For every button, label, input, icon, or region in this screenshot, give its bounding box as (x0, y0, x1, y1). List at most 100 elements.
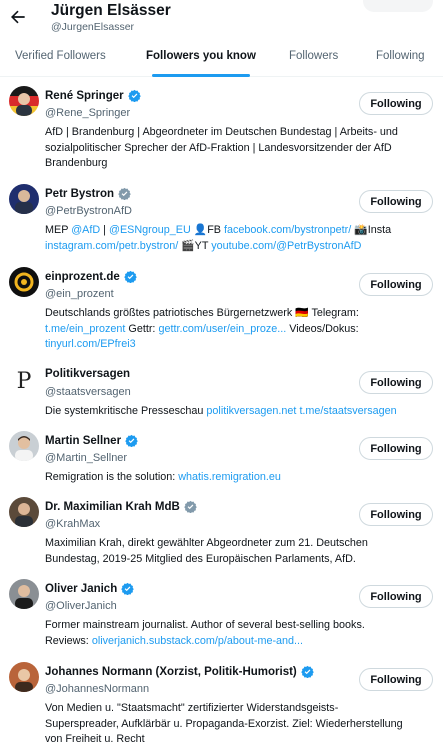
bio-text: Gettr: (125, 322, 159, 335)
following-button[interactable]: Following (359, 503, 433, 526)
user-handle[interactable]: @ein_prozent (45, 288, 114, 300)
verified-badge-icon (300, 665, 314, 678)
bio-text: | (100, 224, 109, 236)
following-button[interactable]: Following (359, 273, 433, 296)
user-handle[interactable]: @Rene_Springer (45, 107, 130, 119)
avatar[interactable] (9, 184, 39, 214)
arrow-left-icon[interactable] (8, 7, 28, 27)
bio-text: Bundestag, 2019-25 Mitglied des Europäis… (45, 552, 356, 565)
avatar[interactable] (9, 86, 39, 116)
user-handle[interactable]: @staatsversagen (45, 386, 131, 398)
header-action-ghost (363, 0, 433, 12)
tab-label: Following (376, 50, 425, 62)
bio-link[interactable]: gettr.com/user/ein_proze... (158, 323, 286, 335)
bio-link[interactable]: instagram.com/petr.bystron/ (45, 240, 178, 252)
user-name[interactable]: Johannes Normann (Xorzist, Politik-Humor… (45, 665, 314, 678)
svg-text:P: P (17, 369, 32, 394)
verified-badge-icon (184, 500, 197, 513)
user-handle[interactable]: @Martin_Sellner (45, 452, 127, 464)
bio-link[interactable]: youtube.com/@PetrBystronAfD (211, 240, 361, 252)
user-bio: Von Medien u. "Staatsmacht" zertifiziert… (45, 701, 435, 748)
bio-text: 🎬YT (178, 239, 212, 252)
following-button[interactable]: Following (359, 668, 433, 691)
bio-text: Brandenburg (45, 157, 108, 170)
bio-link[interactable]: t.me/staatsversagen (299, 405, 396, 417)
user-cell[interactable]: Martin Sellner @Martin_Sellner Following… (0, 422, 443, 488)
user-name[interactable]: Petr Bystron (45, 187, 131, 200)
following-button[interactable]: Following (359, 437, 433, 460)
bio-link[interactable]: politikversagen.net (206, 405, 296, 417)
bio-link[interactable]: whatis.remigration.eu (178, 471, 281, 483)
profile-header: Jürgen Elsässer @JurgenElsasser (0, 0, 443, 38)
bio-text: Former mainstream journalist. Author of … (45, 619, 365, 631)
avatar[interactable] (9, 431, 39, 461)
tab-following[interactable]: Following (376, 38, 425, 77)
tab-bar: Verified Followers Followers you know Fo… (0, 38, 443, 77)
verified-badge-icon (127, 89, 141, 102)
following-button[interactable]: Following (359, 585, 433, 608)
avatar[interactable] (9, 267, 39, 297)
user-handle[interactable]: @PetrBystronAfD (45, 205, 132, 217)
user-bio: Maximilian Krah, direkt gewählter Abgeor… (45, 536, 435, 567)
avatar[interactable]: P (9, 365, 39, 395)
user-cell[interactable]: Johannes Normann (Xorzist, Politik-Humor… (0, 653, 443, 749)
bio-link[interactable]: facebook.com/bystronpetr/ (224, 224, 351, 236)
profile-handle: @JurgenElsasser (51, 21, 135, 33)
user-name[interactable]: René Springer (45, 89, 141, 102)
bio-text: sozialpolitischer Sprecher der AfD-Frakt… (45, 141, 392, 154)
bio-text: 👤FB (190, 224, 225, 236)
bio-text: von Freiheit u. Recht (45, 733, 145, 746)
following-button[interactable]: Following (359, 92, 433, 115)
tab-followers[interactable]: Followers (289, 38, 338, 77)
bio-text: AfD | Brandenburg | Abgeordneter im Deut… (45, 126, 398, 138)
bio-text: Die systemkritische Presseschau (45, 405, 207, 417)
user-bio: AfD | Brandenburg | Abgeordneter im Deut… (45, 125, 435, 172)
verified-badge-icon (118, 187, 131, 200)
bio-link[interactable]: oliverjanich.substack.com/p/about-me-and… (92, 635, 303, 647)
profile-name: Jürgen Elsässer (51, 2, 171, 19)
verified-badge-icon (125, 434, 138, 447)
verified-badge-icon (121, 582, 135, 595)
bio-text: Remigration is the solution: (45, 471, 179, 483)
bio-link[interactable]: @AfD (71, 224, 100, 236)
following-button[interactable]: Following (359, 371, 433, 394)
user-handle[interactable]: @KrahMax (45, 518, 100, 530)
bio-text: Reviews: (45, 634, 92, 647)
bio-link[interactable]: @ESNgroup_EU (109, 224, 191, 236)
tab-verified-followers[interactable]: Verified Followers (15, 38, 106, 77)
verified-badge-icon (123, 270, 137, 283)
tab-label: Followers (289, 50, 339, 62)
user-cell[interactable]: René Springer @Rene_Springer Following A… (0, 77, 443, 175)
user-cell[interactable]: Petr Bystron @PetrBystronAfD Following M… (0, 175, 443, 258)
user-name[interactable]: Martin Sellner (45, 434, 138, 447)
user-name[interactable]: einprozent.de (45, 270, 137, 283)
bio-text: Deutschlands größtes patriotisches Bürge… (45, 307, 359, 319)
bio-text: 📸Insta (351, 224, 392, 236)
user-cell[interactable]: Oliver Janich @OliverJanich Following Fo… (0, 570, 443, 653)
user-bio: Remigration is the solution: whatis.remi… (45, 470, 435, 486)
bio-text: Videos/Dokus: (286, 322, 359, 335)
user-cell[interactable]: einprozent.de @ein_prozent Following Deu… (0, 258, 443, 356)
following-button[interactable]: Following (359, 190, 433, 213)
user-bio: Former mainstream journalist. Author of … (45, 618, 435, 649)
bio-link[interactable]: tinyurl.com/EPfrei3 (45, 338, 136, 350)
bio-text: Superspreader, Aufklärbär u. Propaganda-… (45, 717, 403, 730)
tab-label: Verified Followers (15, 50, 106, 62)
bio-link[interactable]: t.me/ein_prozent (45, 323, 125, 335)
user-cell[interactable]: Dr. Maximilian Krah MdB @KrahMax Followi… (0, 488, 443, 570)
user-bio: Deutschlands größtes patriotisches Bürge… (45, 306, 435, 353)
user-handle[interactable]: @OliverJanich (45, 600, 117, 612)
user-cell[interactable]: P Politikversagen @staatsversagen Follow… (0, 356, 443, 422)
bio-text: MEP (45, 224, 72, 236)
user-name[interactable]: Oliver Janich (45, 582, 135, 595)
bio-text: Maximilian Krah, direkt gewählter Abgeor… (45, 537, 368, 549)
user-bio: MEP @AfD | @ESNgroup_EU 👤FB facebook.com… (45, 223, 435, 254)
tab-followers-you-know[interactable]: Followers you know (146, 38, 256, 77)
user-name[interactable]: Politikversagen (45, 368, 130, 380)
user-name[interactable]: Dr. Maximilian Krah MdB (45, 500, 197, 513)
user-handle[interactable]: @JohannesNormann (45, 683, 149, 695)
avatar[interactable] (9, 579, 39, 609)
tab-label: Followers you know (146, 50, 256, 62)
avatar[interactable] (9, 662, 39, 692)
avatar[interactable] (9, 497, 39, 527)
